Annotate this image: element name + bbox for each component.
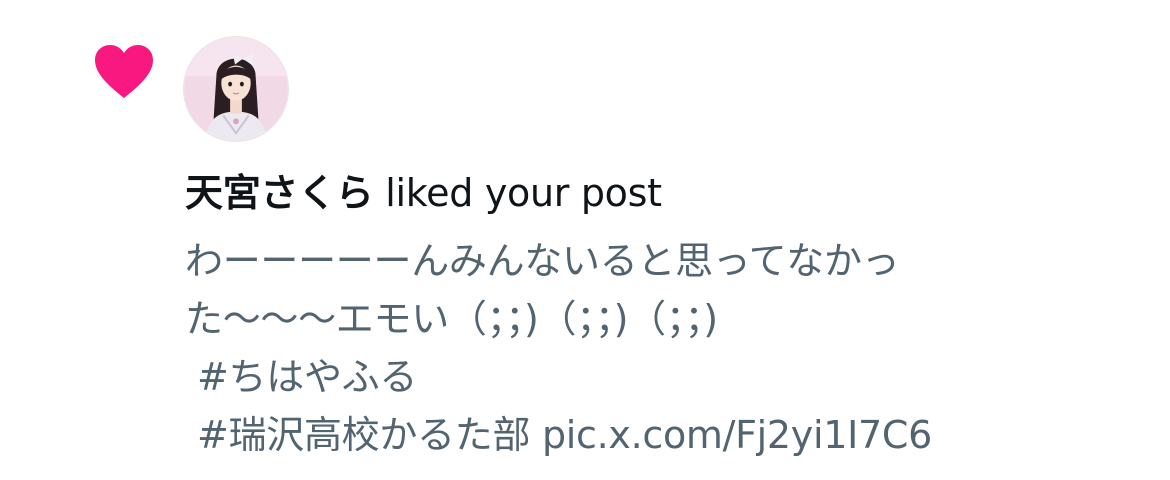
media-link[interactable]: pic.x.com/Fj2yi1I7C6 [542,413,932,457]
heart-icon [93,44,155,100]
post-text-line: た〜〜〜エモい（；；)（；；)（；；) [185,297,718,341]
post-text-line: わーーーーーんみんないると思ってなかっ [185,239,900,283]
avatar[interactable] [183,36,289,142]
hashtag-link[interactable]: #ちはやふる [197,355,417,399]
notification-action-text: liked your post [385,171,662,215]
username[interactable]: 天宮さくら [185,171,374,215]
notification-headline: 天宮さくら liked your post [185,167,662,219]
post-preview[interactable]: わーーーーーんみんないると思ってなかっ た〜〜〜エモい（；；)（；；)（；；) … [185,232,1145,464]
like-notification[interactable]: 天宮さくら liked your post わーーーーーんみんないると思ってなか… [0,0,1170,480]
hashtag-line: #瑞沢高校かるた部 pic.x.com/Fj2yi1I7C6 [185,406,1145,464]
hashtag-line: #ちはやふる [185,348,1145,406]
hashtag-link[interactable]: #瑞沢高校かるた部 [197,413,530,457]
